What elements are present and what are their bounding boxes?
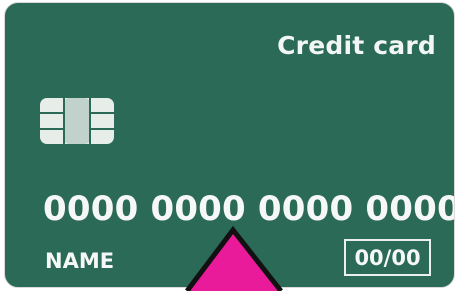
payment-card-screen: Credit card 0000 0000 0000 0000 NAME 00/… <box>0 0 457 291</box>
triangle-cursor-icon <box>185 225 283 291</box>
